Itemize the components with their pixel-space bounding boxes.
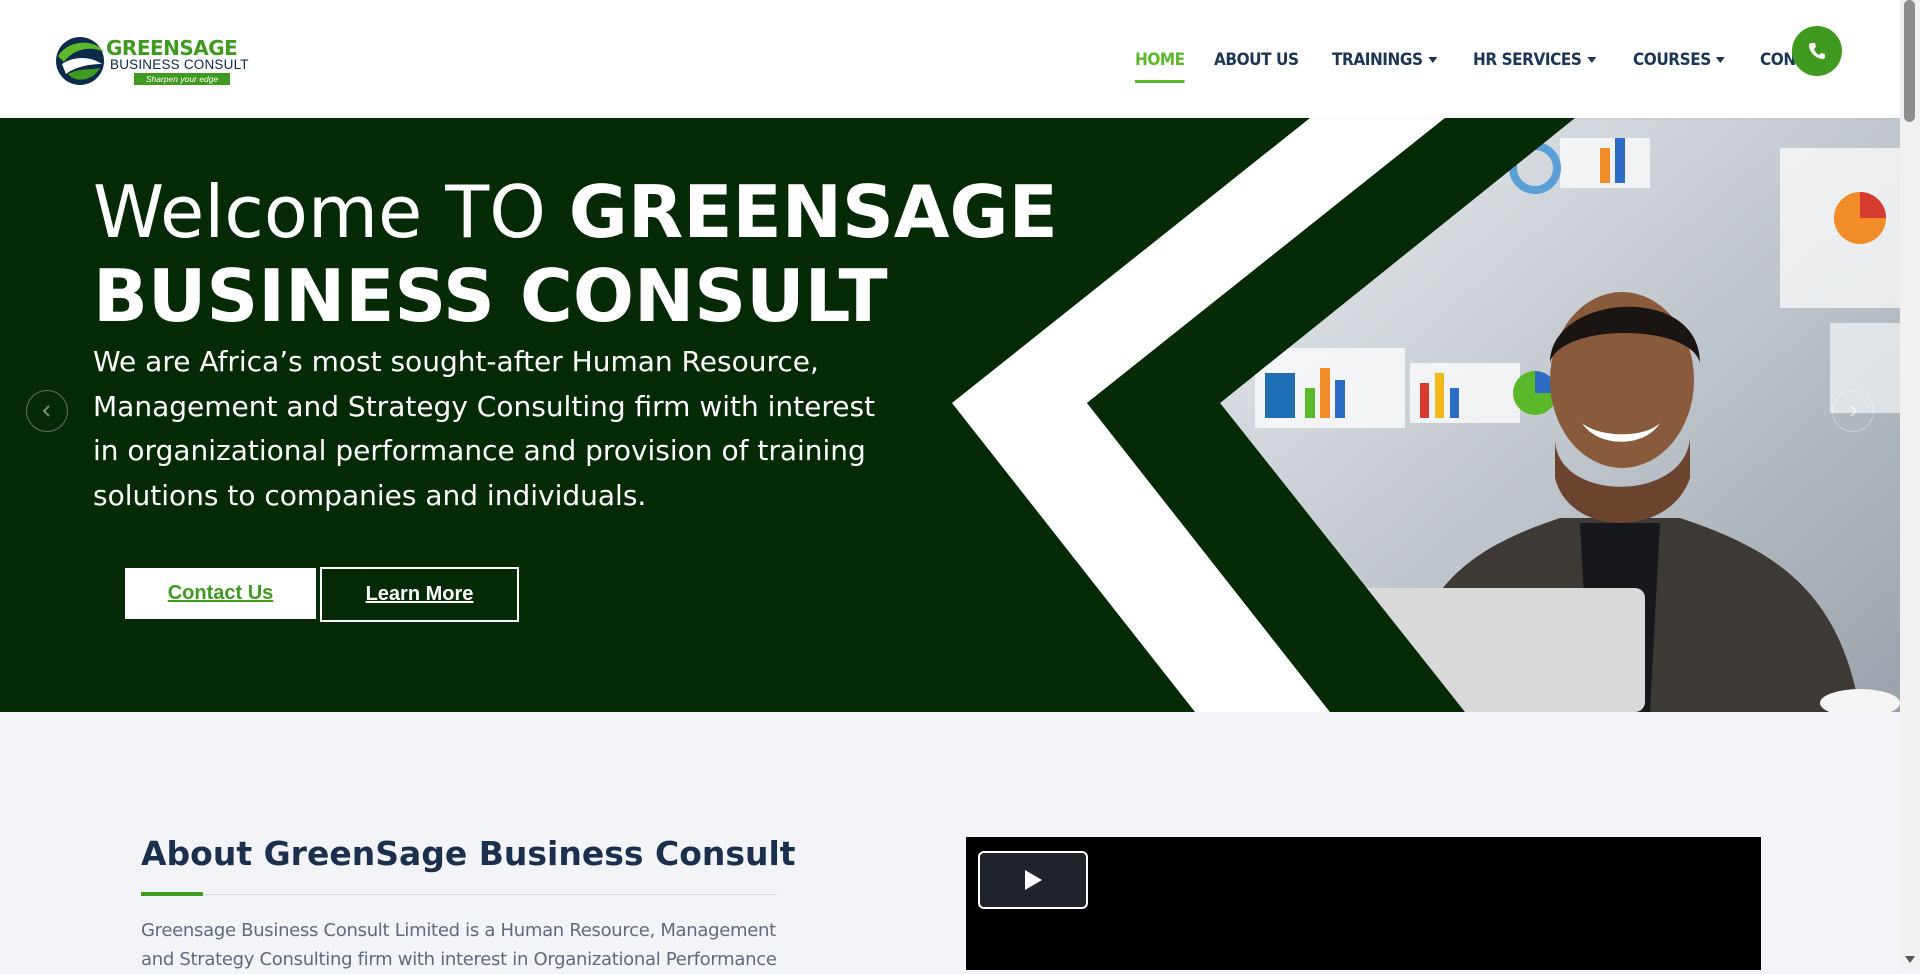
- nav-item-label: COURSES: [1633, 50, 1712, 70]
- play-icon: [1025, 870, 1042, 890]
- hero-slider: Welcome TO GREENSAGE BUSINESS CONSULT We…: [0, 118, 1900, 712]
- about-divider: [141, 894, 777, 895]
- logo[interactable]: GREENSAGE BUSINESS CONSULT Sharpen your …: [54, 34, 264, 90]
- slider-prev-button[interactable]: [26, 390, 68, 432]
- nav-item-trainings[interactable]: TRAININGS: [1332, 40, 1438, 80]
- nav-item-about-us[interactable]: ABOUT US: [1214, 40, 1299, 80]
- learn-more-button[interactable]: Learn More: [320, 567, 519, 622]
- nav-item-hr-services[interactable]: HR SERVICES: [1473, 40, 1596, 80]
- about-divider-accent: [141, 892, 203, 896]
- active-underline: [1135, 80, 1185, 83]
- logo-tagline: Sharpen your edge: [134, 73, 230, 85]
- nav-item-label: HOME: [1135, 50, 1185, 70]
- chevron-left-icon: [42, 405, 50, 417]
- scroll-down-arrow-icon[interactable]: [1905, 956, 1915, 963]
- logo-mark-icon: [56, 37, 104, 85]
- page-scrollbar[interactable]: [1900, 0, 1920, 970]
- header-phone-button[interactable]: [1792, 26, 1842, 76]
- nav-item-courses[interactable]: COURSES: [1633, 40, 1726, 80]
- slider-next-button[interactable]: [1832, 390, 1874, 432]
- hero-description: We are Africa’s most sought-after Human …: [93, 345, 876, 512]
- chevron-right-icon: [1850, 405, 1858, 417]
- phone-icon: [1809, 43, 1825, 59]
- caret-down-icon: [1586, 57, 1596, 63]
- video-play-button[interactable]: [978, 851, 1088, 909]
- main-nav: HOME ABOUT US TRAININGS HR SERVICES COUR…: [1135, 40, 1869, 83]
- hero-title-light: Welcome TO: [93, 170, 546, 254]
- hero-title: Welcome TO GREENSAGE BUSINESS CONSULT: [93, 170, 1093, 338]
- about-text: Greensage Business Consult Limited is a …: [141, 920, 777, 970]
- site-header: GREENSAGE BUSINESS CONSULT Sharpen your …: [0, 0, 1900, 118]
- logo-brand-name: GREENSAGE: [106, 36, 238, 60]
- caret-down-icon: [1716, 57, 1726, 63]
- about-title: About GreenSage Business Consult: [141, 834, 796, 873]
- about-video[interactable]: [966, 837, 1761, 970]
- nav-item-label: TRAININGS: [1332, 50, 1423, 70]
- caret-down-icon: [1428, 57, 1438, 63]
- scrollbar-thumb[interactable]: [1904, 0, 1915, 122]
- contact-us-button[interactable]: Contact Us: [125, 568, 316, 619]
- nav-item-home[interactable]: HOME: [1135, 40, 1185, 83]
- nav-item-label: ABOUT US: [1214, 50, 1299, 70]
- nav-item-label: HR SERVICES: [1472, 50, 1582, 70]
- logo-brand-subname: BUSINESS CONSULT: [110, 57, 249, 72]
